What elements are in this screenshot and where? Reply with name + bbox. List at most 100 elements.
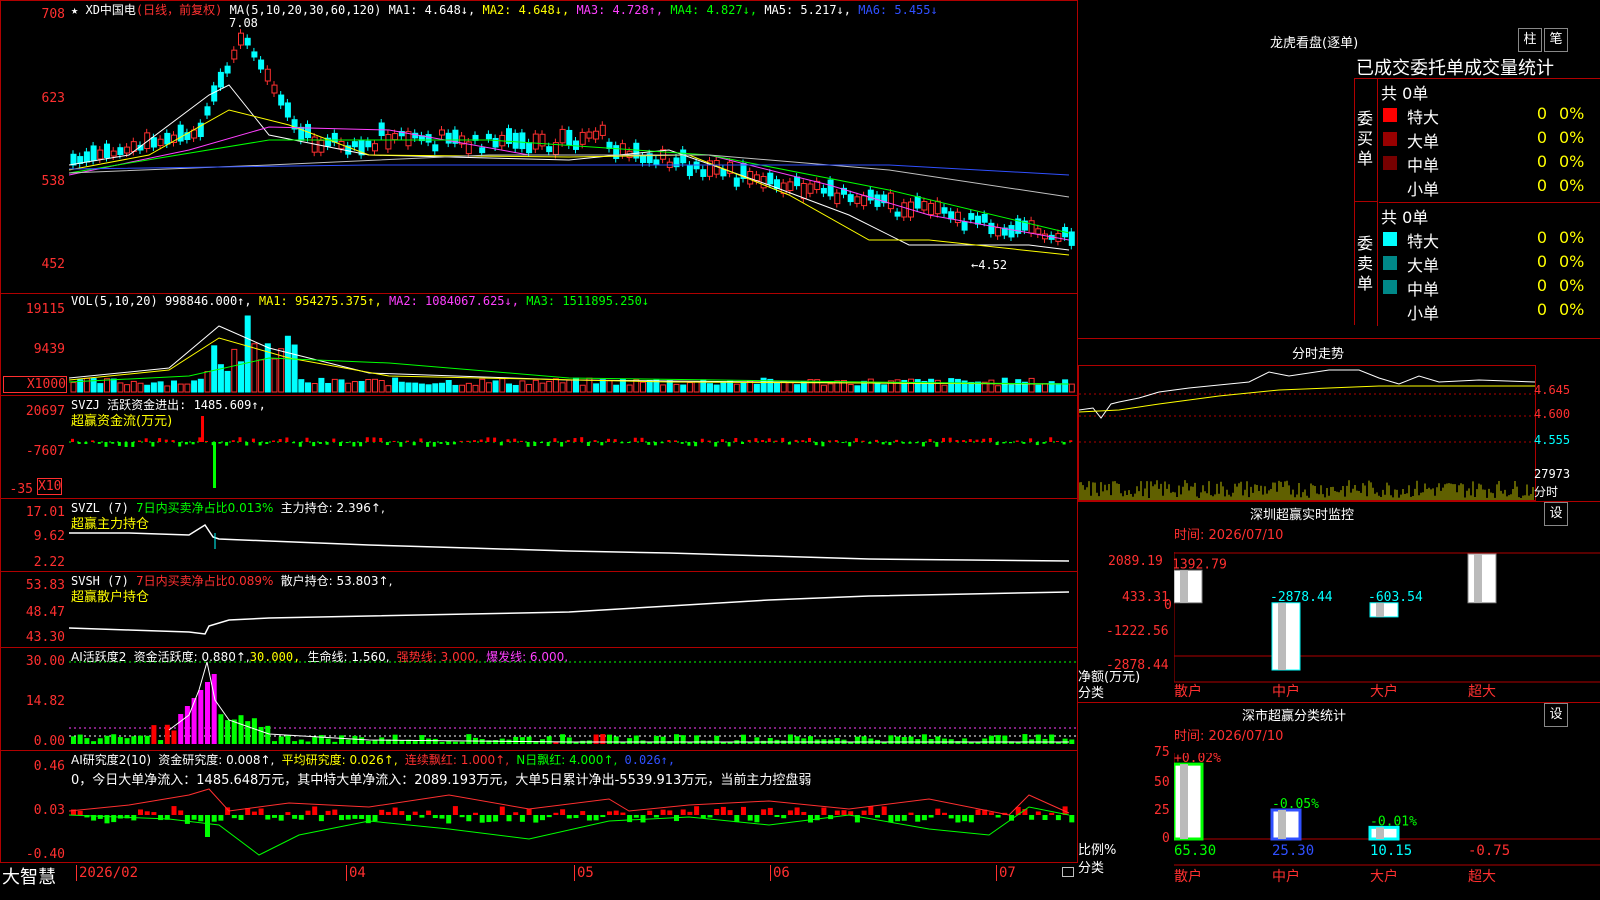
ai-active-bar [426,738,432,744]
svzj-bar [406,440,409,442]
svzj-bar [111,442,115,444]
candle-body [861,195,868,207]
volume-panel[interactable]: VOL(5,10,20) 998846.000↑, MA1: 954275.37… [0,293,1078,396]
candle-body [887,192,894,210]
buy-row: 大单 0 0% [1379,127,1599,151]
candle-body [532,133,539,150]
svzl-panel[interactable]: SVZL (7) 7日内买卖净占比0.013% 主力持仓: 2.396↑, 超赢… [0,498,1078,572]
svzj-bar [84,442,88,445]
svzj-panel[interactable]: SVZJ 活跃资金进出: 1485.609↑, 超赢资金流(万元) 20697 … [0,395,1078,499]
ai-research-bar [479,815,485,823]
ai-active-bar [144,735,150,744]
volume-bar [720,382,727,393]
ai-research-bar [720,806,726,815]
volume-bar [104,378,110,393]
ai-active-bar [432,738,438,744]
sz-class-settings-button[interactable]: 设 [1544,703,1568,727]
candle-body [372,143,378,152]
candlestick-chart[interactable]: 7.08 ←4.52 [69,15,1077,291]
volume-bar [338,379,345,393]
ai-active-bar [935,736,941,744]
ai-research-bar [473,812,478,815]
volume-bar [465,382,472,393]
class-bar-shade [1180,764,1188,839]
svzj-bar [439,442,443,444]
monitor-value-label: -2878.44 [1270,590,1333,605]
sz-monitor-settings-button[interactable]: 设 [1544,502,1568,526]
tick-view-button[interactable]: 笔 [1544,28,1568,52]
ai-research-bar [680,809,686,815]
ai-active-bar [211,674,217,744]
ai-research-panel[interactable]: AI研究度2(10) 资金研究度: 0.008↑, 平均研究度: 0.026↑,… [0,750,1078,863]
volume-bar [894,379,901,393]
ai-research-bar [694,806,700,815]
svzj-bar [138,440,141,442]
volume-bar [1048,381,1055,393]
volume-bar [847,384,854,393]
ai-research-bar [158,815,164,821]
ai-active-bar [466,734,472,744]
volume-bar [948,378,955,393]
volume-bar [827,383,834,393]
volume-bar [164,385,171,393]
class-category-label: 散户 [1174,868,1202,885]
ai-active-bar [191,698,197,744]
svzj-bar [694,442,698,447]
svzj-bar [794,439,798,442]
sz-monitor-chart: 1392.79 散户 -2878.44 中户 -603.54 大户 2089.19 超大 [1174,552,1600,698]
svzj-chart[interactable] [69,412,1077,498]
svzj-bar [452,442,456,445]
ai-research-chart[interactable] [69,785,1077,863]
volume-bar [197,378,204,393]
svzj-bar [834,440,838,442]
candle-body [264,68,271,82]
main-chart-area[interactable]: ★ XD中国电(日线，前复权) MA(5,10,20,30,60,120) MA… [0,0,1078,900]
ai-active-bar [124,738,130,744]
svsh-chart[interactable] [69,586,1077,648]
svzj-bar [392,440,396,442]
volume-bar [291,344,298,393]
ai-research-bar [97,815,103,819]
volume-bar [385,385,392,393]
ai-research-bar [600,815,606,818]
intraday-chart[interactable] [1078,366,1536,500]
svzj-bar [97,442,101,444]
ai-active-bar [1049,734,1055,744]
buy-row: 特大 0 0% [1379,103,1599,127]
intraday-panel[interactable]: 分时走势 4.645 4.600 4.555 27973 分时 [1078,339,1600,502]
svsh-panel[interactable]: SVSH (7) 7日内买卖净占比0.089% 散户持仓: 53.803↑, 超… [0,571,1078,648]
svzj-bar [198,437,202,442]
date-label-5: 07 [996,865,1016,881]
candle-body [117,147,124,155]
buy-total: 共 0单 [1379,79,1599,103]
ai-active-panel[interactable]: AI活跃度2 资金活跃度: 0.880↑,30.000, 生命线: 1.560,… [0,647,1078,751]
volume-bar [794,384,801,393]
ai-active-bar [111,734,117,744]
svzj-bar [586,442,590,446]
volume-chart[interactable] [69,308,1077,394]
svzj-bar [466,440,470,442]
svzj-bar [633,437,637,442]
ai-active-bar [258,726,264,744]
candle-body [579,131,586,145]
volume-bar [713,384,720,393]
candle-body [787,181,794,191]
ai-active-bar [452,741,458,744]
ai-active-chart[interactable] [69,660,1077,750]
ai-research-bar [560,809,566,815]
sz-class-chart: +0.02% 65.30 散户 -0.05% 25.30 中户 -0.01% 10.15 大户 -… [1174,753,1600,885]
svzj-bar [921,442,925,447]
svzj-bar [1009,442,1012,444]
vol-axis-1: 19115 [25,302,65,317]
volume-bar [995,385,1002,393]
longhu-subtitle: 已成交委托单成交量统计 [1356,58,1554,79]
intraday-vol-label: 27973 [1534,467,1571,481]
price-panel[interactable]: ★ XD中国电(日线，前复权) MA(5,10,20,30,60,120) MA… [0,0,1078,294]
svzj-bar [318,442,322,444]
ai-research-bar [908,812,914,815]
ai-research-bar [251,811,257,815]
lock-icon[interactable] [1062,867,1074,877]
class-value-label: 25.30 [1272,843,1314,859]
column-view-button[interactable]: 柱 [1518,28,1542,52]
svzl-chart[interactable] [69,513,1077,571]
